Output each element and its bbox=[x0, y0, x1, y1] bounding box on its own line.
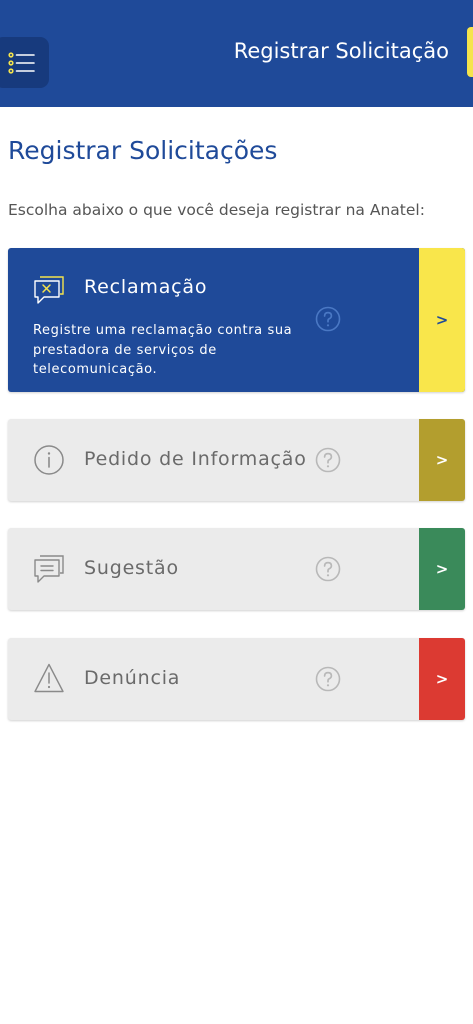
option-card-sugestao[interactable]: Sugestão > bbox=[8, 528, 465, 610]
card-body[interactable]: Denúncia bbox=[8, 638, 419, 720]
card-body[interactable]: Pedido de Informação bbox=[8, 419, 419, 501]
option-card-denuncia[interactable]: Denúncia > bbox=[8, 638, 465, 720]
menu-button[interactable] bbox=[0, 37, 49, 88]
card-arrow-button[interactable]: > bbox=[419, 528, 465, 610]
option-card-pedido-de-informacao[interactable]: Pedido de Informação > bbox=[8, 419, 465, 501]
help-icon[interactable] bbox=[315, 666, 341, 692]
help-icon[interactable] bbox=[315, 556, 341, 582]
card-arrow-button[interactable]: > bbox=[419, 248, 465, 392]
menu-list-icon bbox=[7, 51, 35, 74]
card-label: Denúncia bbox=[84, 667, 181, 689]
card-arrow-button[interactable]: > bbox=[419, 638, 465, 720]
card-label: Reclamação bbox=[84, 276, 208, 298]
help-icon[interactable] bbox=[315, 447, 341, 473]
chat-icon bbox=[34, 555, 64, 583]
header-title: Registrar Solicitação bbox=[233, 39, 449, 63]
card-body[interactable]: Reclamação Registre uma reclamação contr… bbox=[8, 248, 419, 392]
info-icon bbox=[34, 445, 64, 475]
warning-icon bbox=[34, 663, 64, 693]
card-label: Sugestão bbox=[84, 557, 179, 579]
app-header: Registrar Solicitação bbox=[0, 0, 473, 107]
header-accent-tab[interactable] bbox=[467, 27, 473, 77]
card-description: Registre uma reclamação contra sua prest… bbox=[33, 323, 293, 377]
help-icon[interactable] bbox=[315, 306, 341, 332]
page-title: Registrar Solicitações bbox=[8, 136, 278, 165]
card-body[interactable]: Sugestão bbox=[8, 528, 419, 610]
card-label: Pedido de Informação bbox=[84, 448, 307, 470]
page-subtitle: Escolha abaixo o que você deseja registr… bbox=[8, 201, 425, 219]
complaint-chat-icon bbox=[34, 276, 64, 304]
card-arrow-button[interactable]: > bbox=[419, 419, 465, 501]
option-card-reclamacao[interactable]: Reclamação Registre uma reclamação contr… bbox=[8, 248, 465, 392]
